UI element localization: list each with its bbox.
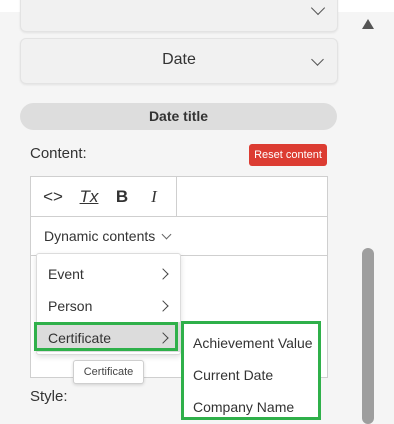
content-label: Content: <box>30 145 87 162</box>
certificate-highlight-box <box>34 322 178 351</box>
certificate-submenu: Achievement Value Current Date Company N… <box>181 321 321 420</box>
menu-item-label: Person <box>48 298 93 314</box>
bold-icon[interactable]: B <box>109 177 135 216</box>
clear-format-icon[interactable]: Tx <box>75 177 103 216</box>
date-dropdown[interactable]: Date <box>20 38 338 84</box>
menu-item-person[interactable]: Person <box>37 290 180 322</box>
submenu-item-company-name[interactable]: Company Name <box>193 399 294 415</box>
chevron-down-icon <box>310 0 326 16</box>
style-label: Style: <box>30 388 68 405</box>
editor-toolbar: <> Tx B I <box>31 177 327 217</box>
scroll-up-icon[interactable] <box>362 19 374 29</box>
submenu-item-achievement-value[interactable]: Achievement Value <box>193 335 313 351</box>
chevron-right-icon <box>157 300 169 312</box>
toolbar-divider <box>176 177 177 216</box>
dynamic-contents-dropdown[interactable]: Dynamic contents <box>31 217 327 256</box>
certificate-tooltip: Certificate <box>73 360 144 384</box>
menu-item-event[interactable]: Event <box>37 258 180 290</box>
scrollbar-thumb[interactable] <box>362 248 374 424</box>
submenu-item-current-date[interactable]: Current Date <box>193 367 273 383</box>
chevron-down-icon <box>161 229 172 240</box>
code-icon[interactable]: <> <box>39 177 67 216</box>
section-title-date: Date title <box>20 103 337 130</box>
dynamic-contents-label: Dynamic contents <box>44 228 156 244</box>
date-dropdown-label: Date <box>162 51 196 68</box>
menu-item-label: Event <box>48 266 84 282</box>
chevron-right-icon <box>157 268 169 280</box>
reset-content-button[interactable]: Reset content <box>249 144 327 166</box>
previous-dropdown[interactable] <box>20 0 338 32</box>
italic-icon[interactable]: I <box>141 177 167 216</box>
